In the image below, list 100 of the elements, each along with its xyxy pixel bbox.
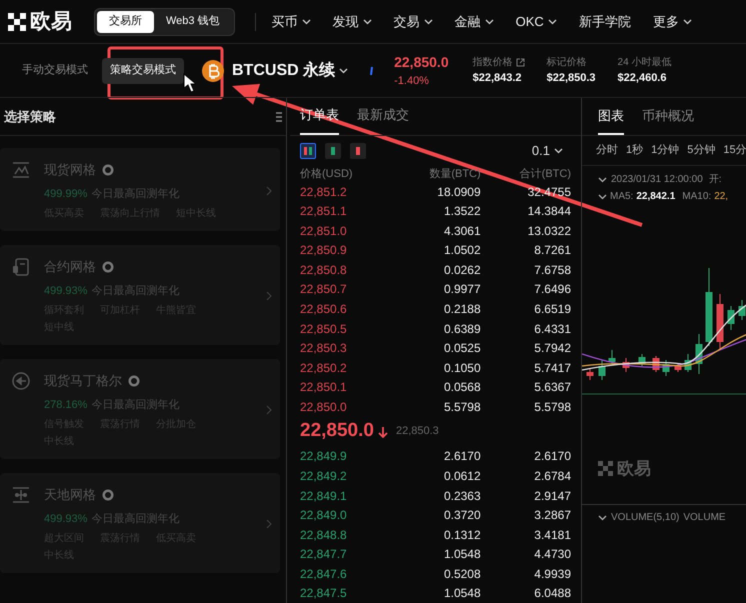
strategy-name: 现货马丁格尔: [44, 372, 122, 390]
nav-item[interactable]: 交易: [394, 12, 433, 32]
chevron-down-icon: [302, 18, 311, 25]
price-cell-text: 22,850.2: [300, 360, 348, 377]
interval-button[interactable]: 1秒: [626, 142, 644, 159]
price-cell-text: 22,847.7: [300, 546, 348, 564]
candlestick: [696, 334, 702, 374]
ma-label: MA10:: [682, 190, 712, 204]
chevron-right-icon: [266, 186, 272, 196]
price-cell-text: 22,850.1: [300, 379, 348, 396]
total-cell-text: 13.0322: [526, 222, 571, 240]
size-cell-text: 0.1050: [442, 360, 481, 377]
nav-item[interactable]: 发现: [332, 12, 372, 32]
interval-button[interactable]: 5分钟: [687, 142, 716, 159]
stat-label: 指数价格: [472, 56, 513, 70]
size-cell-text: 0.5208: [442, 566, 481, 583]
size-cell-text: 0.0568: [442, 379, 481, 396]
volume-label: VOLUME: [683, 511, 726, 525]
chevron-down-icon: [598, 176, 607, 183]
candlestick: [598, 360, 606, 380]
nav-item[interactable]: 更多: [652, 12, 692, 32]
ma-value: 22,842.1: [636, 190, 676, 204]
column-header: 价格(USD): [300, 166, 354, 182]
size-cell-text: 0.0525: [442, 340, 481, 358]
size-cell-text: 0.2363: [442, 488, 481, 504]
view-toggle[interactable]: [350, 142, 366, 159]
cursor-icon: [184, 72, 198, 93]
segment-tab[interactable]: 交易所: [97, 10, 154, 32]
mark-price: 22,850.3: [396, 424, 439, 440]
total-cell-text: 5.7942: [533, 340, 571, 358]
chart-watermark: 欧易: [617, 458, 651, 480]
size-cell-text: 0.0262: [442, 262, 481, 279]
size-cell-text: 1.3522: [442, 203, 481, 220]
chart-tab[interactable]: 币种概况: [642, 106, 694, 135]
total-cell-text: 8.7261: [533, 242, 571, 260]
size-cell-text: 0.2188: [442, 301, 481, 318]
nav-item[interactable]: 新手学院: [578, 12, 631, 32]
size-cell-text: 18.0909: [436, 184, 481, 201]
total-cell-text: 2.6170: [533, 448, 571, 466]
price-cell-text: 22,850.6: [300, 301, 348, 318]
view-toggle[interactable]: [325, 142, 341, 159]
chevron-down-icon: [554, 147, 563, 154]
mode-tab[interactable]: 策略交易模式: [102, 58, 184, 84]
stat-label: 标记价格: [546, 56, 587, 70]
candlestick: [638, 354, 646, 366]
nav-item[interactable]: OKC: [516, 12, 557, 32]
strategy-icon: [12, 258, 30, 276]
size-cell-text: 0.3720: [442, 507, 481, 524]
column-header: 数量(BTC): [428, 166, 481, 182]
size-cell-text: 1.0502: [442, 242, 481, 260]
chevron-down-icon: [548, 18, 557, 25]
candlestick: [622, 358, 630, 372]
chevron-right-icon: [266, 405, 272, 415]
strategy-name: 现货网格: [44, 161, 96, 179]
ma-label: MA5:: [610, 190, 634, 204]
logo-text: 欧易: [30, 8, 72, 35]
candlestick: [684, 354, 692, 372]
chevron-right-icon: [266, 291, 272, 301]
candlestick: [716, 294, 724, 350]
more-icon: [276, 112, 282, 122]
price-cell-text: 22,851.2: [300, 184, 348, 201]
interval-button[interactable]: 15分: [723, 142, 746, 159]
price-cell-text: 22,847.6: [300, 566, 348, 583]
info-icon: [368, 66, 374, 76]
nav-item[interactable]: 买币: [272, 12, 311, 32]
order-book-tab[interactable]: 最新成交: [357, 105, 409, 135]
mode-tab[interactable]: 手动交易模式: [14, 58, 96, 84]
price-cell-text: 22,848.8: [300, 526, 348, 544]
help-icon: [102, 488, 114, 501]
last-price: 22,850.0: [394, 52, 449, 72]
candlestick: [608, 350, 616, 364]
chevron-down-icon: [598, 514, 607, 521]
candlestick: [674, 364, 682, 372]
help-icon: [102, 260, 114, 273]
arrow-down-icon: [378, 426, 388, 438]
nav-item[interactable]: 金融: [454, 12, 494, 32]
price-cell-text: 22,850.0: [300, 398, 348, 416]
total-cell-text: 14.3844: [526, 203, 571, 220]
chevron-down-icon: [362, 18, 372, 25]
price-cell-text: 22,851.1: [300, 203, 348, 220]
external-link-icon: [516, 58, 525, 67]
return-rate: 499.93%: [44, 512, 88, 526]
price-cell-text: 22,850.7: [300, 281, 348, 298]
candlestick: [586, 368, 594, 380]
price-cell-text: 22,850.3: [300, 340, 348, 358]
instrument-selector[interactable]: BTCUSD 永续: [232, 58, 348, 82]
total-cell-text: 5.6367: [533, 379, 571, 396]
panel-title: 选择策略: [4, 108, 56, 126]
open-label: 开:: [708, 173, 722, 187]
view-toggle[interactable]: [300, 142, 316, 159]
chevron-down-icon: [682, 18, 692, 25]
chart-tab[interactable]: 图表: [598, 106, 624, 135]
return-rate: 499.93%: [44, 284, 88, 298]
segment-tab[interactable]: Web3 钱包: [154, 10, 232, 32]
total-cell-text: 6.0488: [533, 585, 571, 602]
precision-dropdown[interactable]: 0.1: [532, 141, 563, 161]
interval-button[interactable]: 分时: [596, 142, 618, 159]
interval-button[interactable]: 1分钟: [651, 142, 680, 159]
volume-label: VOLUME(5,10): [611, 511, 680, 525]
price-cell-text: 22,847.5: [300, 585, 348, 602]
